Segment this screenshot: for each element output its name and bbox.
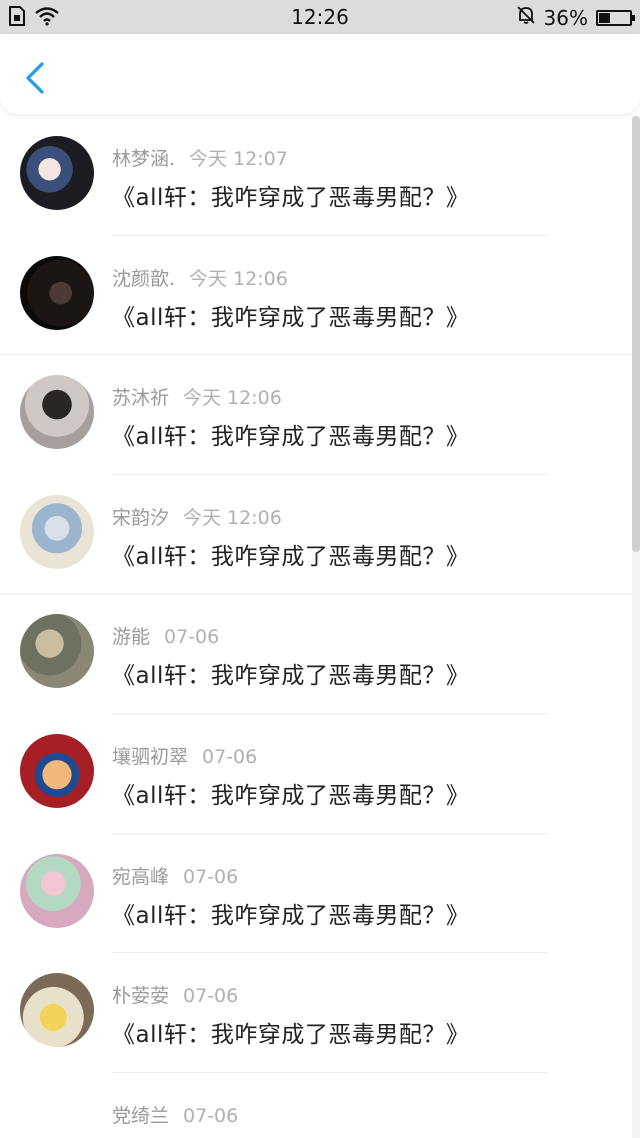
- item-meta: 党绮兰 07-06: [112, 1101, 238, 1128]
- timestamp: 今天 12:06: [183, 387, 282, 410]
- item-meta: 宋韵汐 今天 12:06: [112, 503, 282, 530]
- user-name[interactable]: 朴荌荌: [112, 985, 169, 1007]
- item-title: 《all轩：我咋穿成了恶毒男配？》: [112, 902, 470, 929]
- item-meta: 苏沐祈 今天 12:06: [112, 383, 282, 410]
- item-meta: 游能 07-06: [112, 622, 219, 649]
- list-item[interactable]: 林梦涵. 今天 12:07 《all轩：我咋穿成了恶毒男配？》: [0, 116, 632, 236]
- item-title: 《all轩：我咋穿成了恶毒男配？》: [112, 782, 470, 809]
- back-button[interactable]: [18, 58, 52, 98]
- avatar[interactable]: [20, 375, 94, 450]
- timestamp: 07-06: [183, 865, 239, 888]
- mute-bell-icon: [516, 5, 536, 30]
- list-item[interactable]: 游能 07-06 《all轩：我咋穿成了恶毒男配？》: [0, 594, 632, 714]
- list-item[interactable]: 沈颜歆. 今天 12:06 《all轩：我咋穿成了恶毒男配？》: [0, 236, 632, 356]
- item-title: 《all轩：我咋穿成了恶毒男配？》: [112, 424, 470, 451]
- user-name[interactable]: 壤驷初翠: [112, 746, 188, 768]
- item-meta: 宛高峰 07-06: [112, 862, 238, 889]
- timestamp: 07-06: [183, 1104, 239, 1127]
- avatar[interactable]: [20, 614, 94, 689]
- list-item[interactable]: 宋韵汐 今天 12:06 《all轩：我咋穿成了恶毒男配？》: [0, 475, 632, 595]
- user-name[interactable]: 苏沐祈: [112, 387, 169, 409]
- scrollbar[interactable]: [632, 116, 640, 552]
- item-title: 《all轩：我咋穿成了恶毒男配？》: [112, 185, 470, 211]
- user-name[interactable]: 游能: [112, 626, 150, 648]
- item-meta: 沈颜歆. 今天 12:06: [112, 264, 288, 291]
- status-bar: 12:26 36%: [0, 0, 640, 34]
- list-item[interactable]: 壤驷初翠 07-06 《all轩：我咋穿成了恶毒男配？》: [0, 714, 632, 834]
- timestamp: 今天 12:07: [189, 148, 288, 170]
- avatar[interactable]: [20, 255, 94, 330]
- user-name[interactable]: 沈颜歆.: [112, 268, 175, 290]
- battery-icon: [596, 9, 635, 26]
- message-list: 林梦涵. 今天 12:07 《all轩：我咋穿成了恶毒男配？》 沈颜歆. 今天 12:0…: [0, 116, 632, 1138]
- timestamp: 今天 12:06: [183, 506, 282, 529]
- user-name[interactable]: 宋韵汐: [112, 507, 169, 529]
- timestamp: 07-06: [164, 626, 220, 649]
- list-item[interactable]: 朴荌荌 07-06 《all轩：我咋穿成了恶毒男配？》: [0, 953, 632, 1073]
- timestamp: 今天 12:06: [189, 267, 288, 290]
- user-name[interactable]: 林梦涵.: [112, 148, 175, 170]
- timestamp: 07-06: [183, 985, 239, 1008]
- item-title: 《all轩：我咋穿成了恶毒男配？》: [112, 304, 470, 331]
- list-item[interactable]: 苏沐祈 今天 12:06 《all轩：我咋穿成了恶毒男配？》: [0, 355, 632, 475]
- avatar[interactable]: [20, 973, 94, 1048]
- item-title: 《all轩：我咋穿成了恶毒男配？》: [112, 543, 470, 570]
- user-name[interactable]: 党绮兰: [112, 1105, 169, 1127]
- item-title: 《all轩：我咋穿成了恶毒男配？》: [112, 1022, 470, 1049]
- avatar[interactable]: [20, 853, 94, 928]
- item-meta: 林梦涵. 今天 12:07: [112, 144, 288, 171]
- item-meta: 朴荌荌 07-06: [112, 981, 238, 1008]
- avatar[interactable]: [20, 733, 94, 808]
- battery-percent: 36%: [543, 5, 588, 30]
- chevron-left-icon: [26, 62, 44, 94]
- nav-bar: [0, 34, 640, 114]
- avatar[interactable]: [20, 494, 94, 569]
- user-name[interactable]: 宛高峰: [112, 866, 169, 888]
- list-item[interactable]: 党绮兰07-06《all轩：我咋穿成了恶毒男配？》: [0, 1073, 632, 1138]
- item-title: 《all轩：我咋穿成了恶毒男配？》: [112, 663, 470, 690]
- timestamp: 07-06: [202, 745, 258, 768]
- status-right: 36%: [516, 5, 635, 30]
- list-item[interactable]: 宛高峰 07-06 《all轩：我咋穿成了恶毒男配？》: [0, 834, 632, 954]
- item-meta: 壤驷初翠 07-06: [112, 742, 257, 769]
- battery-level: [599, 12, 610, 23]
- avatar[interactable]: [20, 136, 94, 210]
